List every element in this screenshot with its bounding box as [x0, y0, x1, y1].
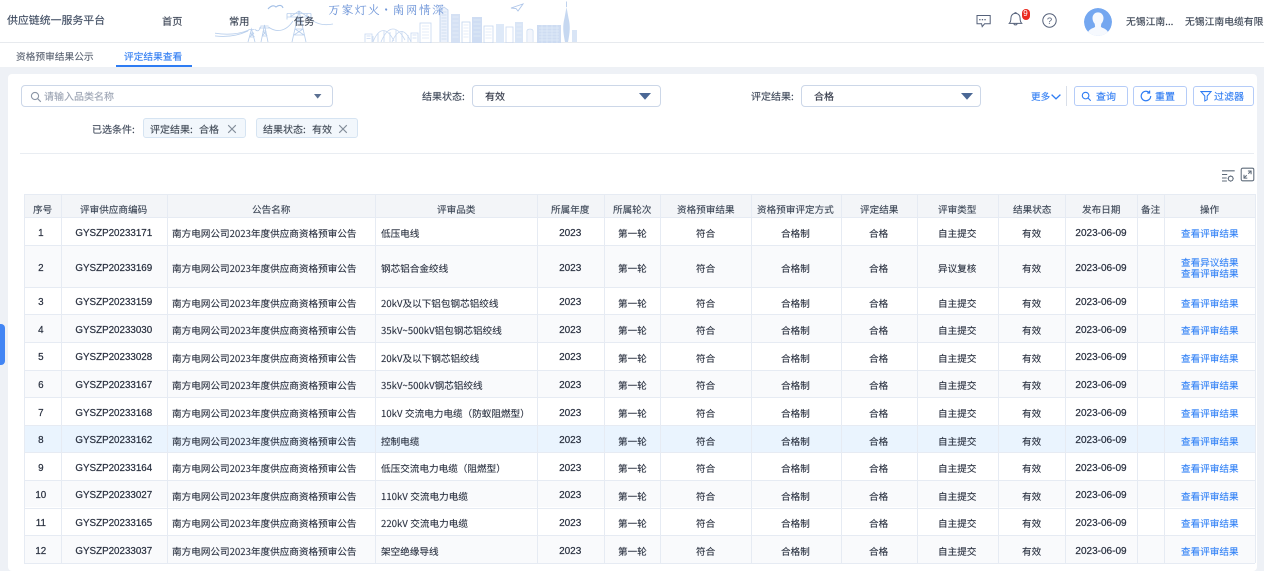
svg-text:?: ?: [1047, 16, 1052, 27]
